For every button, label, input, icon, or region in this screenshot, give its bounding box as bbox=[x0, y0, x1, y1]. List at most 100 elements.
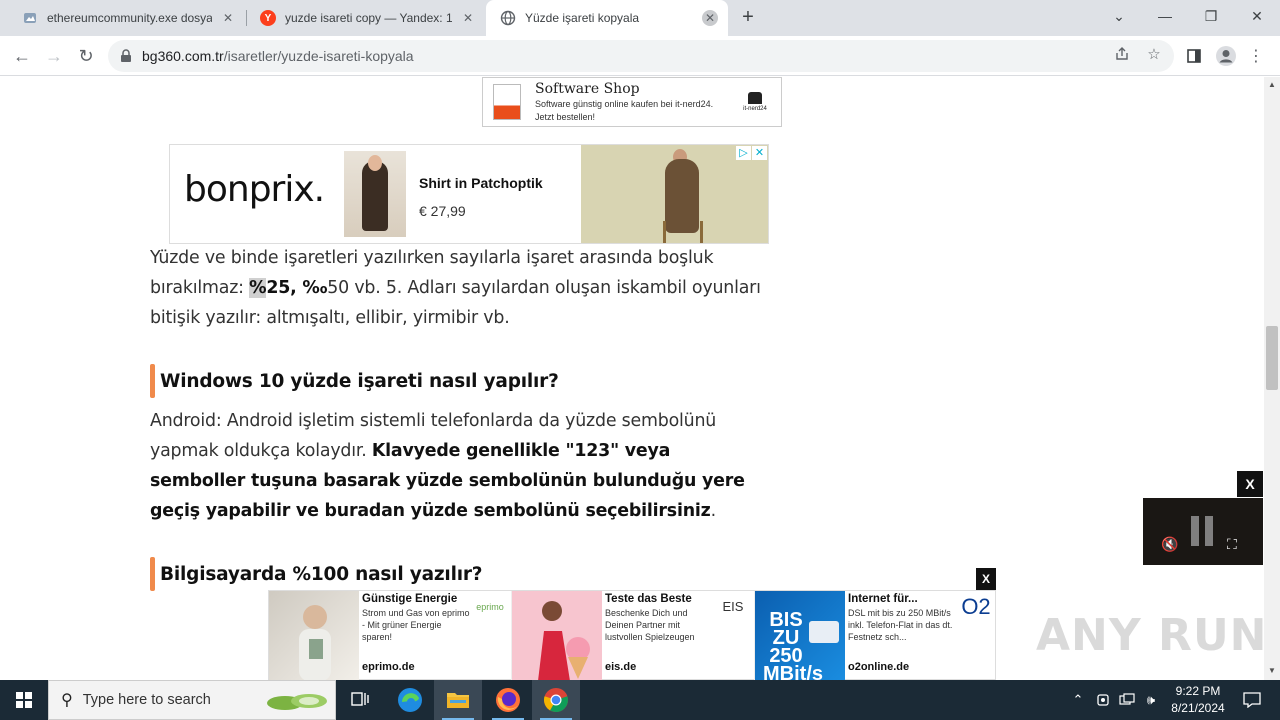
windows-taskbar: ⚲ Type here to search ⌃ 🕪 9:22 PM 8/21/2… bbox=[0, 680, 1280, 720]
article-body: Yüzde ve binde işaretleri yazılırken say… bbox=[150, 243, 770, 591]
heading-windows-10: Windows 10 yüzde işareti nasıl yapılır? bbox=[150, 364, 770, 398]
menu-kebab-icon[interactable]: ⋮ bbox=[1242, 42, 1270, 70]
close-tab-icon[interactable]: ✕ bbox=[702, 10, 718, 26]
scroll-up-arrow-icon[interactable]: ▲ bbox=[1264, 78, 1280, 92]
volume-icon[interactable]: 🕪 bbox=[1140, 680, 1162, 720]
eprimo-logo: eprimo bbox=[476, 602, 504, 612]
globe-icon bbox=[500, 10, 516, 26]
tab-strip: ethereumcommunity.exe dosya ✕ Y yuzde is… bbox=[0, 0, 1280, 36]
firefox-icon[interactable] bbox=[484, 680, 532, 720]
ad-domain: eprimo.de bbox=[362, 661, 415, 673]
share-icon[interactable] bbox=[1112, 44, 1132, 64]
tray-chevron-up-icon[interactable]: ⌃ bbox=[1068, 680, 1088, 720]
software-box-image bbox=[493, 84, 521, 120]
back-button[interactable]: ← bbox=[8, 42, 36, 70]
file-explorer-icon[interactable] bbox=[434, 680, 482, 720]
close-window-button[interactable]: ✕ bbox=[1234, 0, 1280, 32]
reload-button[interactable]: ↻ bbox=[72, 42, 100, 70]
document-icon bbox=[22, 10, 38, 26]
pause-icon[interactable] bbox=[1191, 516, 1215, 546]
product-image[interactable] bbox=[344, 151, 406, 237]
restore-button[interactable]: ❐ bbox=[1188, 0, 1234, 32]
close-tab-icon[interactable]: ✕ bbox=[220, 10, 236, 26]
heading-bilgisayarda-100: Bilgisayarda %100 nasıl yazılır? bbox=[150, 557, 770, 591]
address-bar[interactable]: bg360.com.tr/isaretler/yuzde-isareti-kop… bbox=[108, 40, 1174, 72]
minimize-button[interactable]: — bbox=[1142, 0, 1188, 32]
it-nerd24-logo: it-nerd24 bbox=[741, 92, 769, 112]
ad-description: DSL mit bis zu 250 MBit/s inkl. Telefon-… bbox=[848, 608, 953, 642]
new-tab-button[interactable]: + bbox=[736, 6, 760, 30]
tab-title: Yüzde işareti kopyala bbox=[525, 11, 640, 25]
ad-title: Teste das Beste bbox=[605, 593, 692, 605]
ad-title: Software Shop bbox=[535, 81, 640, 97]
search-icon: ⚲ bbox=[61, 692, 73, 709]
ad-image-text: BIS ZU 250 MBit/s bbox=[763, 609, 823, 685]
ad-domain: eis.de bbox=[605, 661, 637, 673]
ad-description: Software günstig online kaufen bei it-ne… bbox=[535, 99, 714, 122]
ad-item-eis[interactable]: Teste das Beste Beschenke Dich und Deine… bbox=[512, 591, 755, 681]
network-icon[interactable] bbox=[1116, 680, 1138, 720]
selected-percent-sign: % bbox=[249, 278, 267, 298]
url-path: /isaretler/yuzde-isareti-kopyala bbox=[223, 48, 414, 64]
start-button[interactable] bbox=[0, 680, 48, 720]
close-tab-icon[interactable]: ✕ bbox=[460, 10, 476, 26]
tray-app-icon[interactable] bbox=[1092, 680, 1114, 720]
task-view-icon[interactable] bbox=[336, 680, 384, 720]
ad-description: Beschenke Dich und Deinen Partner mit lu… bbox=[605, 608, 695, 642]
ad-close-icon[interactable]: ✕ bbox=[752, 146, 767, 160]
logo-text: it-nerd24 bbox=[743, 106, 767, 112]
video-close-button[interactable]: X bbox=[1237, 471, 1263, 497]
bottom-ad-banner[interactable]: Günstige Energie Strom und Gas von eprim… bbox=[268, 590, 998, 685]
ad-image bbox=[512, 591, 602, 681]
ad-title: Internet für... bbox=[848, 593, 918, 605]
ad-item-eprimo[interactable]: Günstige Energie Strom und Gas von eprim… bbox=[269, 591, 512, 681]
bonprix-ad[interactable]: bonprix. Shirt in Patchoptik € 27,99 ▷ ✕ bbox=[169, 144, 769, 244]
anyrun-watermark: ANY RUN bbox=[1036, 610, 1268, 661]
search-placeholder: Type here to search bbox=[82, 692, 211, 708]
para-end: . bbox=[710, 501, 717, 521]
tab-title: ethereumcommunity.exe dosya bbox=[47, 11, 212, 25]
notifications-icon[interactable] bbox=[1232, 680, 1272, 720]
yandex-icon: Y bbox=[260, 10, 276, 26]
product-title: Shirt in Patchoptik bbox=[419, 175, 543, 191]
paragraph-percent-rules: Yüzde ve binde işaretleri yazılırken say… bbox=[150, 243, 770, 333]
video-player[interactable]: 🔇 ⛶ bbox=[1143, 498, 1263, 565]
scroll-down-arrow-icon[interactable]: ▼ bbox=[1264, 664, 1280, 678]
ad-domain: o2online.de bbox=[848, 661, 910, 673]
software-shop-ad[interactable]: Software Shop Software günstig online ka… bbox=[482, 77, 782, 127]
tab-search-chevron-icon[interactable]: ⌄ bbox=[1096, 0, 1142, 32]
tab-yandex[interactable]: Y yuzde isareti copy — Yandex: 10 ✕ bbox=[246, 0, 486, 36]
paragraph-android: Android: Android işletim sistemli telefo… bbox=[150, 406, 770, 526]
fullscreen-icon[interactable]: ⛶ bbox=[1227, 536, 1237, 553]
ad-image: BIS ZU 250 MBit/s bbox=[755, 591, 845, 685]
ad-item-o2[interactable]: BIS ZU 250 MBit/s Internet für... DSL mi… bbox=[755, 591, 998, 685]
forward-button[interactable]: → bbox=[40, 42, 68, 70]
bottom-ad-close-button[interactable]: X bbox=[976, 568, 996, 590]
url-host: bg360.com.tr bbox=[142, 48, 224, 64]
tab-ethereumcommunity[interactable]: ethereumcommunity.exe dosya ✕ bbox=[8, 0, 246, 36]
eis-logo: EIS bbox=[722, 599, 744, 614]
mute-icon[interactable]: 🔇 bbox=[1161, 536, 1178, 553]
ad-description: Strom und Gas von eprimo - Mit grüner En… bbox=[362, 608, 470, 642]
bold-text: 25, ‰ bbox=[266, 278, 328, 298]
bookmark-star-icon[interactable]: ☆ bbox=[1144, 44, 1164, 64]
bonprix-logo: bonprix. bbox=[184, 169, 325, 210]
windows-logo-icon bbox=[16, 692, 32, 708]
system-clock[interactable]: 9:22 PM 8/21/2024 bbox=[1160, 683, 1236, 717]
tab-yuzde-isareti[interactable]: Yüzde işareti kopyala ✕ bbox=[486, 0, 728, 36]
chrome-icon[interactable] bbox=[532, 680, 580, 720]
side-panel-icon[interactable] bbox=[1180, 42, 1208, 70]
browser-toolbar: ← → ↻ bg360.com.tr/isaretler/yuzde-isare… bbox=[0, 36, 1280, 76]
adchoices-icon[interactable]: ▷ bbox=[736, 146, 751, 160]
ad-image bbox=[269, 591, 359, 681]
taskbar-search-box[interactable]: ⚲ Type here to search bbox=[48, 680, 336, 720]
profile-avatar-icon[interactable] bbox=[1212, 42, 1240, 70]
clock-time: 9:22 PM bbox=[1175, 684, 1221, 698]
router-image bbox=[809, 621, 839, 643]
search-highlight-image bbox=[267, 694, 327, 710]
edge-browser-icon[interactable] bbox=[386, 680, 434, 720]
tab-title: yuzde isareti copy — Yandex: 10 bbox=[285, 11, 452, 25]
scrollbar-thumb[interactable] bbox=[1266, 326, 1278, 390]
ad-title: Günstige Energie bbox=[362, 593, 458, 605]
o2-logo: O2 bbox=[961, 594, 991, 619]
